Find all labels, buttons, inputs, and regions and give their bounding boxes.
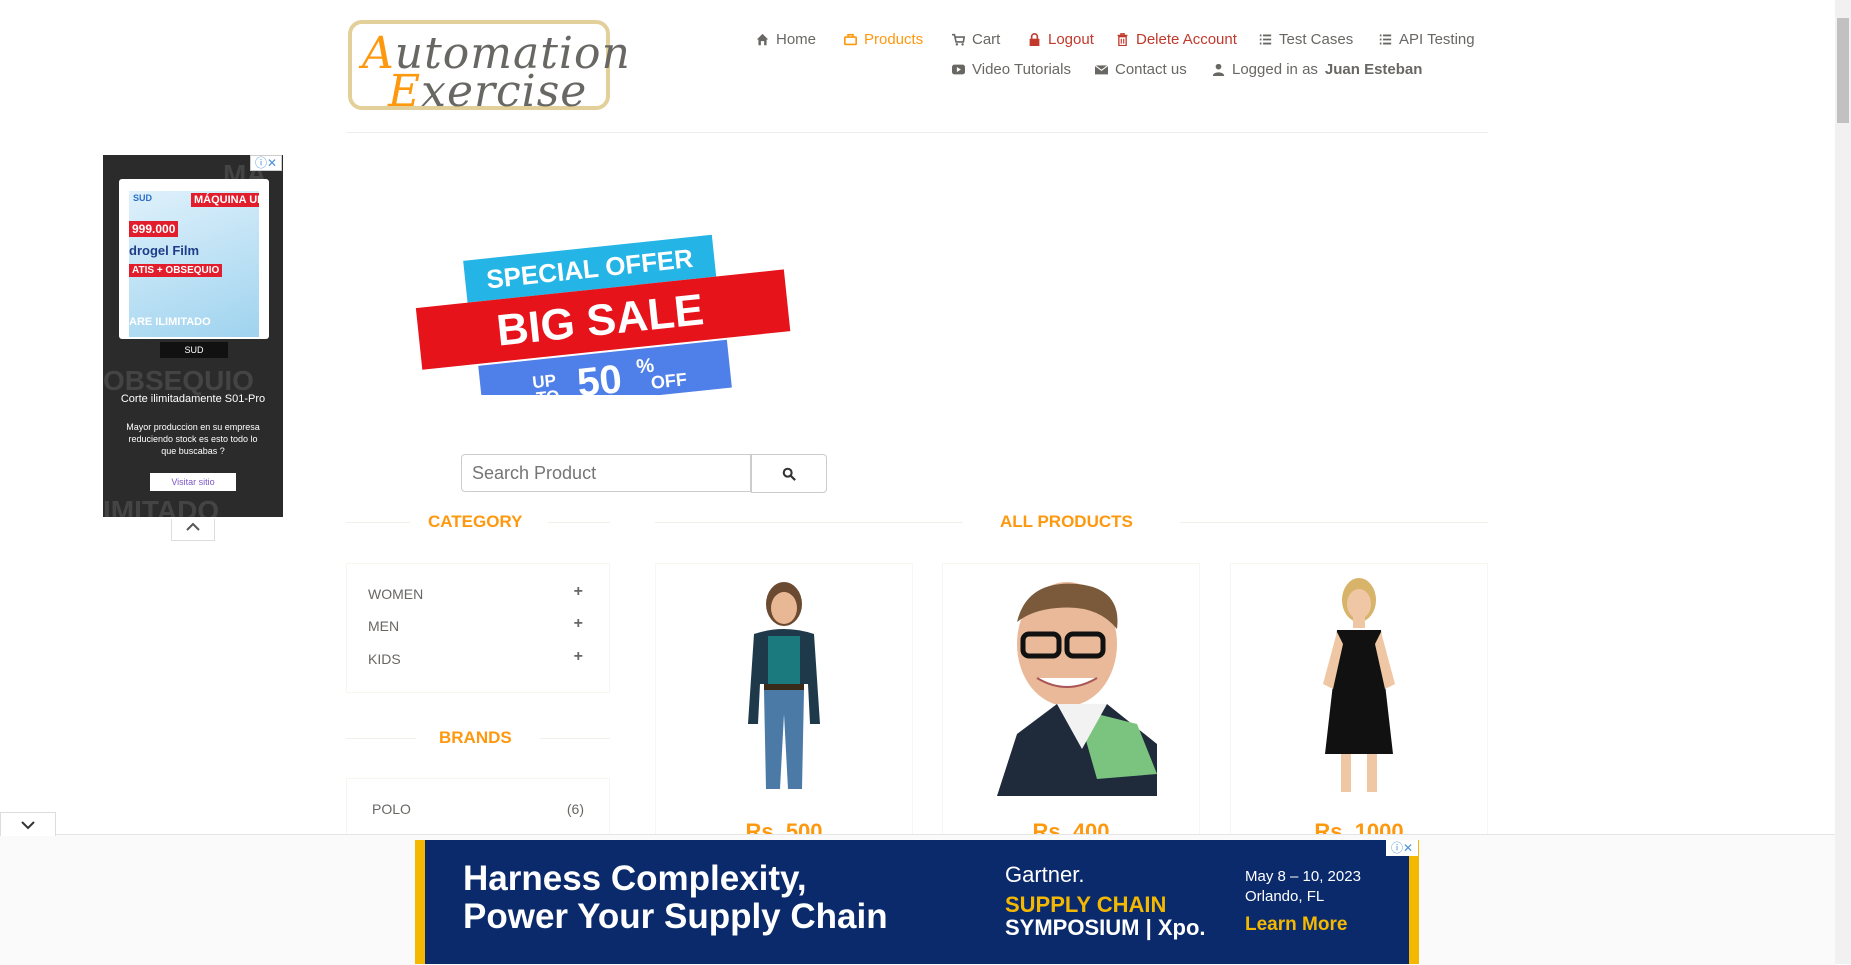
- category-men[interactable]: MEN: [368, 618, 399, 634]
- all-products-title: All Products: [1000, 512, 1133, 531]
- product-image-woman-dress: [1245, 574, 1473, 796]
- search-icon: [782, 467, 796, 481]
- product-card[interactable]: Rs. 1000: [1230, 563, 1488, 853]
- expand-men-icon[interactable]: +: [574, 615, 583, 633]
- product-image-woman: [670, 574, 898, 796]
- category-panel: WOMEN + MEN + KIDS +: [346, 563, 610, 693]
- nav-logged-in-as[interactable]: Logged in as Juan Esteban: [1212, 61, 1422, 78]
- brands-panel: POLO (6): [346, 778, 610, 838]
- bottom-ad[interactable]: Harness Complexity, Power Your Supply Ch…: [415, 840, 1419, 964]
- nav-products[interactable]: Products: [844, 31, 923, 48]
- sale-pct: 50: [575, 357, 624, 395]
- shopping-bag-icon: [844, 33, 857, 46]
- header-divider: [346, 132, 1488, 133]
- nav-logout[interactable]: Logout: [1028, 31, 1094, 48]
- sale-banner: SPECIAL OFFER BIG SALE UP TO 50 % OFF: [415, 234, 791, 395]
- nav-test-cases[interactable]: Test Cases: [1259, 31, 1353, 48]
- logged-in-username: Juan Esteban: [1324, 61, 1423, 78]
- nav-cart[interactable]: Cart: [952, 31, 1000, 48]
- product-card[interactable]: Rs. 500: [655, 563, 913, 853]
- user-icon: [1212, 63, 1225, 76]
- ad-product-card[interactable]: SUD MÁQUINA UNI 999.000 drogel Film ATIS…: [119, 179, 269, 358]
- scrollbar-thumb[interactable]: [1837, 18, 1849, 123]
- nav-api-testing[interactable]: API Testing: [1379, 31, 1475, 48]
- youtube-play-icon: [952, 64, 965, 75]
- nav-delete-account[interactable]: Delete Account: [1116, 31, 1237, 48]
- nav-home[interactable]: Home: [756, 31, 816, 48]
- expand-kids-icon[interactable]: +: [574, 648, 583, 666]
- page-scrollbar[interactable]: [1835, 0, 1851, 964]
- product-image-man: [957, 574, 1185, 796]
- ad-visit-button[interactable]: Visitar sitio: [150, 473, 236, 491]
- bottom-ad-toggle-button[interactable]: [0, 812, 56, 836]
- home-icon: [756, 33, 769, 46]
- expand-women-icon[interactable]: +: [574, 583, 583, 601]
- trash-icon: [1117, 33, 1128, 46]
- envelope-icon: [1095, 64, 1108, 75]
- left-ad[interactable]: MÁ OBSEQUIO IMITADO SUD MÁQUINA UNI 999.…: [103, 155, 283, 517]
- cart-icon: [952, 33, 965, 46]
- learn-more-link[interactable]: Learn More: [1245, 914, 1347, 936]
- nav-video-tutorials[interactable]: Video Tutorials: [952, 61, 1071, 78]
- sale-off: OFF: [650, 369, 688, 393]
- category-kids[interactable]: KIDS: [368, 651, 401, 667]
- sale-to: TO: [535, 387, 560, 395]
- list-icon: [1259, 34, 1272, 45]
- brands-title: Brands: [439, 728, 512, 747]
- chevron-up-icon: [186, 522, 200, 531]
- event-location: Orlando, FL: [1245, 888, 1325, 905]
- category-women[interactable]: WOMEN: [368, 586, 423, 602]
- ad-collapse-button[interactable]: [171, 519, 215, 541]
- ad-close-button[interactable]: ⓘ✕: [250, 155, 282, 171]
- nav-contact-us[interactable]: Contact us: [1095, 61, 1187, 78]
- product-card[interactable]: Rs. 400: [942, 563, 1200, 853]
- ad-product-image: SUD MÁQUINA UNI 999.000 drogel Film ATIS…: [129, 191, 259, 337]
- bottom-ad-headline: Harness Complexity, Power Your Supply Ch…: [463, 859, 888, 936]
- logo-line-2: Exercise: [388, 66, 588, 117]
- category-title: Category: [428, 512, 523, 531]
- list-icon: [1379, 34, 1392, 45]
- brand-polo[interactable]: POLO: [372, 801, 411, 817]
- ad-title: Corte ilimitadamente S01-Pro: [120, 393, 266, 405]
- event-name-2: SYMPOSIUM | Xpo.: [1005, 915, 1206, 940]
- chevron-down-icon: [21, 821, 35, 830]
- bottom-ad-close-button[interactable]: ⓘ✕: [1386, 840, 1418, 856]
- search-button[interactable]: [751, 454, 827, 493]
- search-input[interactable]: [461, 454, 751, 492]
- ad-logo: SUD: [160, 342, 228, 358]
- ad-brand: SUD: [133, 193, 153, 203]
- ad-body: Mayor produccion en su empresa reduciend…: [126, 422, 260, 456]
- site-logo[interactable]: Automation Exercise: [348, 20, 630, 117]
- gartner-logo: Gartner.: [1005, 862, 1085, 887]
- event-date: May 8 – 10, 2023: [1245, 868, 1361, 885]
- lock-icon: [1029, 33, 1040, 46]
- brand-polo-count: (6): [566, 801, 584, 817]
